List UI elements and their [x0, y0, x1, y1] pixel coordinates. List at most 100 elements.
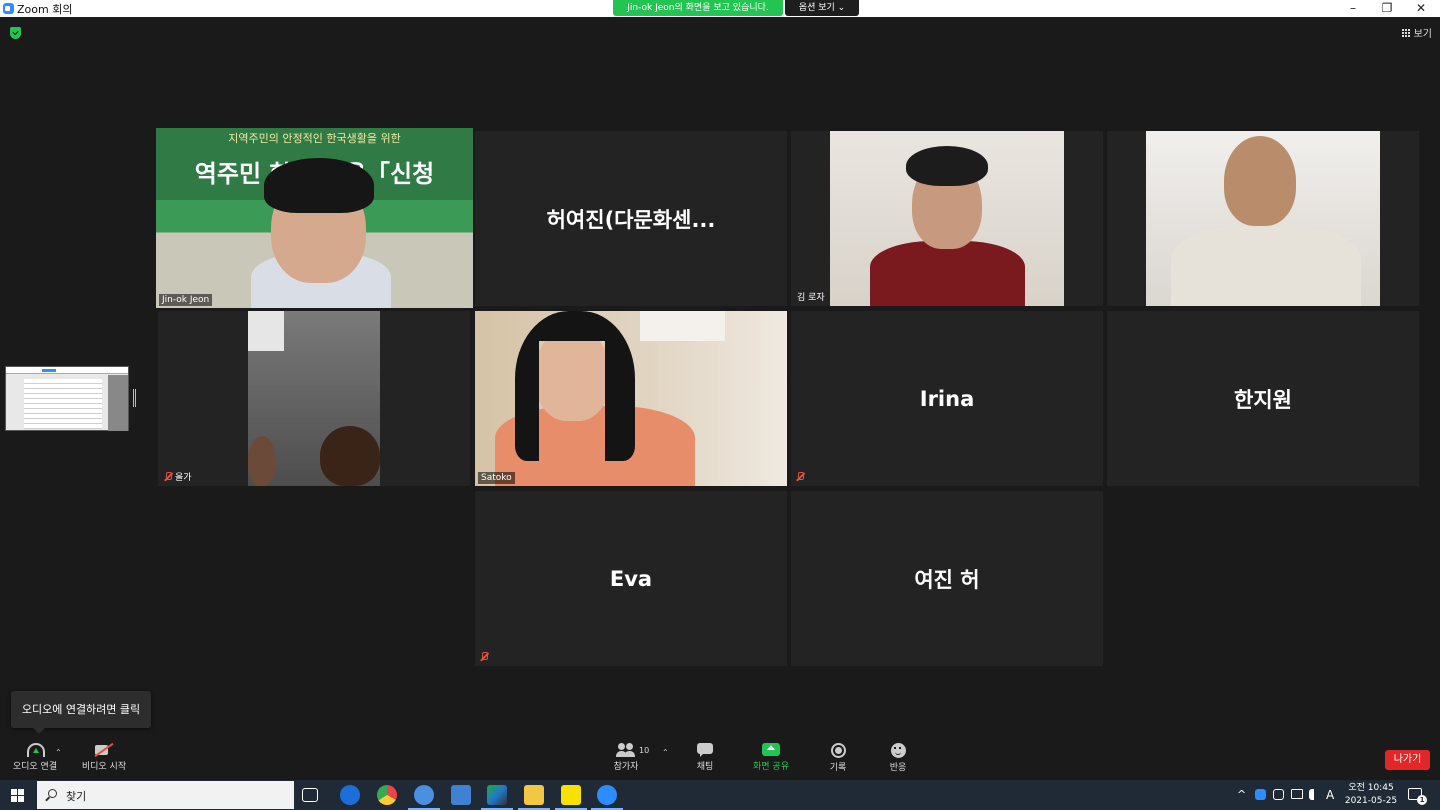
- windows-start-icon[interactable]: [11, 789, 24, 802]
- close-button[interactable]: ✕: [1404, 0, 1438, 17]
- leave-meeting-button[interactable]: 나가기: [1385, 750, 1430, 770]
- minimize-button[interactable]: –: [1336, 0, 1370, 17]
- host-video-feed: 지역주민의 안정적인 한국생활을 위한 역주민 한국 교육「신청: [156, 128, 473, 308]
- notification-center-icon[interactable]: 1: [1408, 788, 1427, 805]
- video-feed: [830, 131, 1064, 306]
- thumbnail-toolbar: [6, 367, 128, 374]
- shared-screen-thumbnail[interactable]: [5, 366, 129, 431]
- meeting-toolbar: 오디오 연결 ⌃ 비디오 시작 참가자 10 ⌃ 채팅 화면 공유 기록 반응: [0, 739, 1440, 780]
- share-screen-button[interactable]: 화면 공유: [749, 743, 793, 772]
- muted-mic-icon: [480, 652, 488, 661]
- participants-icon: [616, 743, 636, 757]
- zoom-taskbar-icon[interactable]: [591, 785, 623, 810]
- participant-name: Eva: [609, 566, 653, 591]
- participant-name: 여진 허: [914, 567, 980, 592]
- file-explorer-icon[interactable]: [518, 785, 550, 810]
- encryption-shield-icon[interactable]: [10, 27, 21, 39]
- messenger-app-icon[interactable]: [408, 785, 440, 810]
- taskbar-search-box[interactable]: 찾기: [37, 781, 294, 809]
- video-feed: [248, 311, 380, 486]
- zoom-tray-icon[interactable]: [1255, 789, 1266, 800]
- participant-name-label: 올가: [161, 469, 195, 484]
- participant-name: Irina: [919, 386, 975, 411]
- view-mode-button[interactable]: 보기: [1401, 25, 1432, 40]
- kakaotalk-icon[interactable]: [555, 785, 587, 810]
- audio-connect-tooltip: 오디오에 연결하려면 클릭: [11, 691, 151, 734]
- volume-muted-icon[interactable]: [1309, 789, 1321, 800]
- windows-taskbar: 찾기 ^ A 오전 10:45 2021-05-25 1: [0, 780, 1440, 810]
- chrome-icon[interactable]: [377, 785, 397, 805]
- participant-tile-jin-ok-jeon[interactable]: 지역주민의 안정적인 한국생활을 위한 역주민 한국 교육「신청 Jin-ok …: [156, 128, 473, 308]
- drawing-app-icon[interactable]: [481, 785, 513, 810]
- ime-indicator[interactable]: A: [1326, 788, 1334, 802]
- audio-options-caret[interactable]: ⌃: [55, 748, 62, 757]
- participant-tile-han-jiwon[interactable]: 한지원: [1107, 311, 1419, 486]
- participant-tile-olga[interactable]: 올가: [158, 311, 470, 486]
- participant-tile-heo-yeojin[interactable]: 허여진(다문화센...: [475, 131, 787, 306]
- clock-time: 오전 10:45: [1348, 783, 1394, 793]
- meet-now-icon[interactable]: [1273, 789, 1284, 800]
- participant-name: 한지원: [1234, 387, 1292, 412]
- search-icon: [48, 789, 57, 798]
- chat-icon: [697, 743, 713, 757]
- taskbar-clock[interactable]: 오전 10:45 2021-05-25: [1344, 782, 1398, 808]
- participants-count: 10: [639, 746, 650, 755]
- participant-tile-satoko[interactable]: Satoko: [475, 311, 787, 486]
- join-audio-button[interactable]: 오디오 연결: [10, 743, 60, 772]
- person-body: [870, 241, 1025, 306]
- person-body: [1171, 226, 1361, 306]
- reactions-button[interactable]: 반응: [883, 743, 913, 773]
- taskbar-search-placeholder: 찾기: [66, 790, 87, 803]
- participant-tile-yeojin-heo[interactable]: 여진 허: [791, 491, 1103, 666]
- window-title: Zoom 회의: [17, 3, 73, 16]
- screen-share-banner: Jin-ok Jeon의 화면을 보고 있습니다.: [613, 0, 783, 16]
- thumbnail-side-panel: [108, 375, 128, 431]
- record-label: 기록: [829, 763, 847, 773]
- chat-label: 채팅: [696, 762, 714, 772]
- participant-name-label: 김 로자: [797, 293, 825, 303]
- notification-count: 1: [1417, 795, 1427, 805]
- reactions-label: 반응: [889, 763, 907, 773]
- host-banner-top: 지역주민의 안정적인 한국생활을 위한: [228, 132, 401, 145]
- video-feed: [475, 311, 787, 486]
- restore-button[interactable]: ❐: [1370, 0, 1404, 17]
- headset-icon: [26, 743, 45, 757]
- reaction-icon: [890, 743, 906, 758]
- join-audio-label: 오디오 연결: [12, 762, 58, 772]
- grid-icon: [1401, 29, 1411, 38]
- person-head: [320, 426, 380, 486]
- internet-explorer-icon[interactable]: [340, 785, 360, 805]
- participant-name: 허여진(다문화센...: [546, 207, 716, 232]
- muted-mic-icon: [796, 472, 804, 481]
- participant-tile-kim-roza[interactable]: 김 로자: [791, 131, 1103, 306]
- person-hair: [906, 146, 988, 186]
- show-hidden-icons-chevron[interactable]: ^: [1237, 788, 1246, 801]
- person-head-2: [248, 436, 276, 486]
- participants-label: 참가자: [613, 762, 639, 772]
- start-video-label: 비디오 시작: [81, 762, 127, 772]
- chat-button[interactable]: 채팅: [690, 743, 720, 772]
- muted-mic-icon: [164, 472, 172, 481]
- record-button[interactable]: 기록: [823, 743, 853, 773]
- share-screen-label: 화면 공유: [753, 762, 789, 772]
- participant-tile-eva[interactable]: Eva: [475, 491, 787, 666]
- view-options-button[interactable]: 옵션 보기 ⌄: [785, 0, 859, 16]
- record-icon: [830, 743, 846, 758]
- video-feed: [1146, 131, 1380, 306]
- notes-app-icon[interactable]: [451, 785, 471, 805]
- task-view-icon[interactable]: [302, 788, 318, 802]
- thumbnail-resize-handle[interactable]: [133, 389, 136, 407]
- start-video-button[interactable]: 비디오 시작: [79, 743, 129, 772]
- participants-options-caret[interactable]: ⌃: [662, 748, 669, 757]
- thumbnail-document: [24, 379, 102, 429]
- wall-photos: [640, 311, 725, 341]
- share-screen-icon: [762, 743, 780, 757]
- network-icon[interactable]: [1291, 789, 1303, 799]
- participant-tile-irina[interactable]: Irina: [791, 311, 1103, 486]
- video-off-icon: [94, 743, 114, 757]
- person-face: [1224, 136, 1296, 226]
- participant-tile-participant-4[interactable]: [1107, 131, 1419, 306]
- host-hair: [264, 158, 374, 213]
- view-mode-label: 보기: [1413, 29, 1432, 40]
- participant-name-label: Jin-ok Jeon: [159, 294, 213, 306]
